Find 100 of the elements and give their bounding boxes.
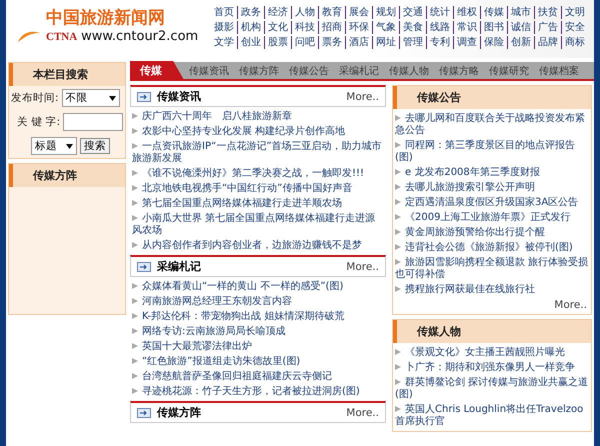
nav-link[interactable]: 统计: [426, 6, 453, 19]
news-link[interactable]: 同程网：第三季度景区目的地点评报告(图): [393, 138, 591, 165]
channel-tab[interactable]: 传媒资讯: [184, 64, 234, 78]
channel-tab[interactable]: 传媒档案: [534, 64, 584, 78]
nav-link[interactable]: 科技: [291, 21, 318, 34]
news-link[interactable]: 去哪儿网和百度联合关于战略投资发布紧急公告: [393, 111, 591, 138]
nav-link[interactable]: 创新: [507, 36, 534, 49]
news-link[interactable]: 网络专访:云南旅游局局长喻顶成: [130, 324, 386, 339]
nav-link[interactable]: 常识: [453, 21, 480, 34]
more-link[interactable]: More..: [346, 260, 379, 272]
more-link[interactable]: More..: [346, 90, 379, 102]
nav-link[interactable]: 首页: [211, 6, 237, 19]
nav-link[interactable]: 扶贫: [534, 6, 561, 19]
news-link[interactable]: 寻迹桃花源：竹子天生方形，记者被拉进洞房(图): [130, 384, 386, 399]
news-link[interactable]: e 龙发布2008年第三季度财报: [393, 165, 591, 180]
nav-link[interactable]: 文明: [561, 6, 588, 19]
bullet-icon: [132, 298, 138, 304]
logo-url: www.cntour2.com: [81, 29, 198, 44]
keyword-field[interactable]: [63, 113, 124, 131]
nav-link[interactable]: 美食: [399, 21, 426, 34]
more-link[interactable]: More..: [346, 406, 379, 418]
news-link[interactable]: 众媒体看黄山“一样的黄山 不一样的感受”(图): [130, 279, 386, 294]
nav-link[interactable]: 城市: [507, 6, 534, 19]
news-link[interactable]: 英国十大最荒谬法律出炉: [130, 339, 386, 354]
nav-link[interactable]: 经济: [264, 6, 291, 19]
nav-link[interactable]: 文学: [211, 36, 237, 49]
news-link[interactable]: 从内容创作者到内容创业者，边旅游边赚钱不是梦: [130, 238, 386, 253]
nav-link[interactable]: 线路: [426, 21, 453, 34]
more-link[interactable]: More..: [550, 299, 591, 314]
news-link[interactable]: 去哪儿旅游搜索引擎公开声明: [393, 180, 591, 195]
date-select[interactable]: 不限: [62, 89, 120, 107]
nav-link[interactable]: 规划: [372, 6, 399, 19]
news-link[interactable]: 卜广齐：期待和刘强东像男人一样竞争: [393, 360, 591, 375]
nav-link[interactable]: 图书: [480, 21, 507, 34]
channel-tab[interactable]: 传媒公告: [284, 64, 334, 78]
news-link[interactable]: 定西遇清温泉度假区升级国家3A区公告: [393, 195, 591, 210]
nav-link[interactable]: 招商: [318, 21, 345, 34]
nav-link[interactable]: 摄影: [211, 21, 237, 34]
news-link[interactable]: 群英博鳌论剑 探讨传媒与旅游业共赢之道(图): [393, 375, 591, 402]
section-title: 采编札记: [157, 259, 202, 274]
panel-title: 传媒公告: [393, 86, 591, 109]
nav-link[interactable]: 调查: [453, 36, 480, 49]
bullet-icon: [132, 128, 138, 134]
news-link[interactable]: 《谁不说俺溧州好》第二季决赛之战，一触即发!!!: [130, 166, 386, 181]
channel-tab[interactable]: 传媒人物: [384, 64, 434, 78]
nav-link[interactable]: 传媒: [480, 6, 507, 19]
bullet-icon: [395, 378, 401, 384]
nav-link[interactable]: 气象: [372, 21, 399, 34]
nav-link[interactable]: 创业: [237, 36, 264, 49]
news-link[interactable]: 北京地铁电视携手“中国红行动”传播中国好声音: [130, 181, 386, 196]
news-link[interactable]: 违背社会公德《旅游新报》被停刊(图): [393, 240, 591, 255]
nav-link[interactable]: 机构: [237, 21, 264, 34]
nav-link[interactable]: 商标: [561, 36, 588, 49]
news-link[interactable]: 《2009上海工业旅游年票》正式发行: [393, 210, 591, 225]
news-link[interactable]: 第七届全国重点网络媒体福建行走进羊顺农场: [130, 196, 386, 211]
channel-tab[interactable]: 传媒方略: [434, 64, 484, 78]
news-link[interactable]: K-邦达伦科：带宠物狗出战 姐妹情深期待破荒: [130, 309, 386, 324]
nav-link[interactable]: 展会: [345, 6, 372, 19]
nav-link[interactable]: 管理: [399, 36, 426, 49]
search-button[interactable]: 搜索: [80, 138, 110, 154]
bullet-icon: [132, 214, 138, 220]
news-link[interactable]: 《景观文化》女主播王茜靓照片曝光: [393, 345, 591, 360]
news-link[interactable]: 台湾慈航普萨圣像回归祖庭福建庆云寺侧记: [130, 369, 386, 384]
nav-link[interactable]: 广告: [534, 21, 561, 34]
nav-link[interactable]: 专利: [426, 36, 453, 49]
nav-link[interactable]: 安全: [561, 21, 588, 34]
nav-link[interactable]: 酒店: [345, 36, 372, 49]
nav-link[interactable]: 文化: [264, 21, 291, 34]
bullet-icon: [395, 198, 401, 204]
nav-link[interactable]: 环保: [345, 21, 372, 34]
news-link[interactable]: 一点资讯旅游IP“一点花游记”首场三亚启动，助力城市旅游新发展: [130, 139, 386, 166]
news-link[interactable]: 携程旅行网获最佳在线旅行社: [393, 282, 591, 297]
nav-link[interactable]: 票务: [318, 36, 345, 49]
nav-link[interactable]: 维权: [453, 6, 480, 19]
nav-link[interactable]: 人物: [291, 6, 318, 19]
field-select[interactable]: 标题: [31, 137, 77, 155]
news-link[interactable]: 黄金周旅游预警给你出行提个醒: [393, 225, 591, 240]
nav-link[interactable]: 网址: [372, 36, 399, 49]
news-link[interactable]: 庆广西六十周年 启八桂旅游新章: [130, 109, 386, 124]
news-link[interactable]: 英国人Chris Loughlin将出任Travelzoo首席执行官: [393, 402, 591, 429]
nav-link[interactable]: 诚信: [507, 21, 534, 34]
nav-link[interactable]: 保险: [480, 36, 507, 49]
nav-link[interactable]: 问吧: [291, 36, 318, 49]
nav-link[interactable]: 品牌: [534, 36, 561, 49]
news-link[interactable]: “红色旅游”报道组走访朱德故里(图): [130, 354, 386, 369]
nav-link[interactable]: 教育: [318, 6, 345, 19]
nav-link[interactable]: 交通: [399, 6, 426, 19]
channel-tab[interactable]: 采编札记: [334, 64, 384, 78]
news-link[interactable]: 河南旅游网总经理王东朝发言内容: [130, 294, 386, 309]
channel-title: 传媒: [130, 61, 184, 80]
bullet-icon: [132, 142, 138, 148]
news-link[interactable]: 小南瓜大世界 第七届全国重点网络媒体福建行走进源风农场: [130, 211, 386, 238]
nav-link[interactable]: 股票: [264, 36, 291, 49]
bullet-icon: [132, 388, 138, 394]
logo-swoosh-icon: [16, 30, 42, 44]
channel-tab[interactable]: 传媒研究: [484, 64, 534, 78]
nav-link[interactable]: 政务: [237, 6, 264, 19]
news-link[interactable]: 农影中心坚持专业化发展 构建纪录片创作高地: [130, 124, 386, 139]
news-link[interactable]: 旅游因雪影响携程全额退款 旅行体验受损也可得补偿: [393, 255, 591, 282]
channel-tab[interactable]: 传媒方阵: [234, 64, 284, 78]
